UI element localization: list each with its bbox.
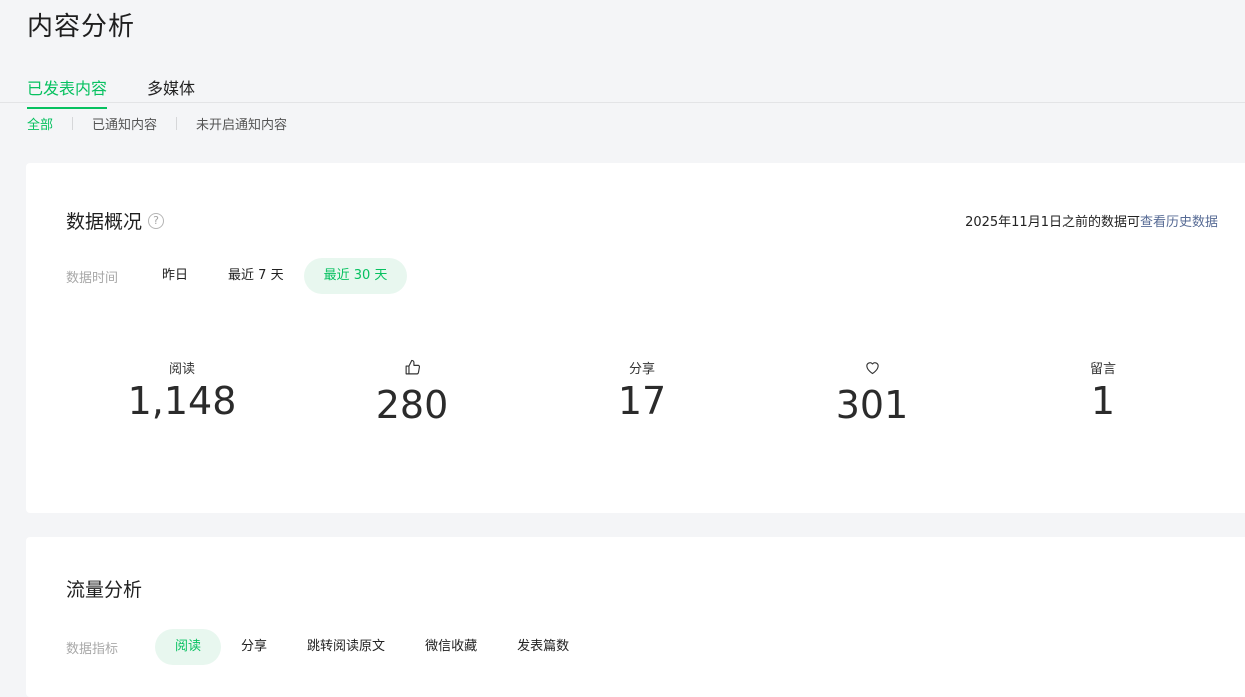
metric-filter-label: 数据指标 — [66, 641, 119, 657]
metric-filter-row: 数据指标 阅读 分享 跳转阅读原文 微信收藏 发表篇数 — [66, 629, 589, 665]
time-option-30-days[interactable]: 最近 30 天 — [303, 258, 408, 294]
page-title: 内容分析 — [27, 12, 136, 42]
metric-reads: 阅读 1,148 — [82, 358, 282, 424]
subtab-filter: 全部 已通知内容 未开启通知内容 — [27, 113, 287, 133]
content-tabs: 已发表内容 多媒体 — [0, 62, 1245, 109]
metric-option-posts-published[interactable]: 发表篇数 — [497, 629, 589, 665]
metrics-row: 阅读 1,148 280 分享 17 301 留言 1 — [66, 358, 1216, 448]
metric-likes: 280 — [312, 358, 512, 427]
overview-title-text: 数据概况 — [66, 211, 143, 233]
subtab-divider — [72, 116, 74, 130]
metric-option-shares[interactable]: 分享 — [221, 629, 287, 665]
metric-option-reads[interactable]: 阅读 — [155, 629, 222, 665]
overview-title: 数据概况 ? — [66, 207, 165, 234]
metric-likes-value: 280 — [375, 383, 449, 427]
metric-likes-label — [312, 358, 512, 376]
history-note-text: 2025年11月1日之前的数据可 — [965, 215, 1140, 230]
metric-favorites-value: 301 — [835, 383, 909, 427]
tab-published-content[interactable]: 已发表内容 — [27, 75, 108, 109]
metric-comments: 留言 1 — [1003, 358, 1203, 424]
metric-shares: 分享 17 — [542, 358, 742, 424]
metric-reads-label: 阅读 — [168, 361, 195, 377]
metric-comments-value: 1 — [1090, 379, 1116, 423]
data-overview-card: 数据概况 ? 2025年11月1日之前的数据可查看历史数据 数据时间 昨日 最近… — [26, 163, 1245, 513]
time-filter-row: 数据时间 昨日 最近 7 天 最近 30 天 — [66, 258, 408, 294]
metric-comments-label: 留言 — [1089, 361, 1116, 377]
question-circle-icon[interactable]: ? — [148, 212, 165, 229]
metric-favorites-label — [772, 358, 972, 376]
subtab-divider — [176, 116, 178, 130]
subtab-not-notified[interactable]: 未开启通知内容 — [196, 114, 287, 133]
view-history-link[interactable]: 查看历史数据 — [1140, 215, 1218, 230]
tab-multimedia[interactable]: 多媒体 — [147, 75, 195, 107]
subtab-notified[interactable]: 已通知内容 — [92, 114, 157, 133]
time-filter-label: 数据时间 — [66, 270, 119, 286]
subtab-all[interactable]: 全部 — [27, 114, 53, 133]
traffic-title-text: 流量分析 — [66, 579, 143, 601]
time-option-7-days[interactable]: 最近 7 天 — [208, 258, 304, 294]
heart-icon — [865, 361, 879, 374]
metric-shares-value: 17 — [617, 379, 667, 423]
metric-favorites: 301 — [772, 358, 972, 427]
thumbs-up-icon — [405, 359, 420, 374]
metric-option-wechat-favorites[interactable]: 微信收藏 — [405, 629, 497, 665]
metric-reads-value: 1,148 — [127, 379, 237, 423]
history-note: 2025年11月1日之前的数据可查看历史数据 — [965, 211, 1218, 230]
traffic-analysis-card: 流量分析 数据指标 阅读 分享 跳转阅读原文 微信收藏 发表篇数 — [26, 537, 1245, 697]
traffic-title: 流量分析 — [66, 575, 142, 602]
metric-option-read-original[interactable]: 跳转阅读原文 — [287, 629, 405, 665]
metric-shares-label: 分享 — [628, 361, 655, 377]
time-option-yesterday[interactable]: 昨日 — [142, 258, 208, 294]
